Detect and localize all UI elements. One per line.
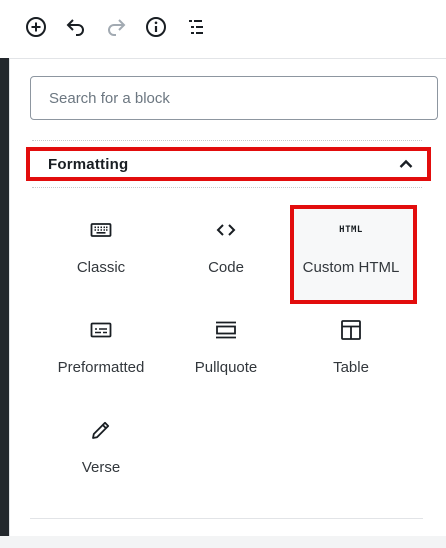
keyboard-icon [90, 223, 112, 237]
block-table[interactable]: Table [292, 309, 410, 385]
undo-icon [66, 19, 84, 36]
editor-toolbar [0, 0, 446, 58]
category-bottom-divider [32, 187, 422, 188]
chevron-up-icon [399, 159, 413, 168]
block-verse[interactable]: Verse [42, 409, 160, 485]
code-brackets-icon [216, 224, 236, 236]
category-top-divider [32, 140, 422, 141]
block-label: Code [208, 259, 244, 276]
block-label: Table [333, 359, 369, 376]
block-preformatted[interactable]: Preformatted [42, 309, 160, 385]
category-label: Formatting [48, 155, 129, 173]
plus-circle-icon [26, 17, 46, 37]
outline-button[interactable] [182, 13, 210, 41]
panel-divider [30, 518, 423, 519]
block-classic[interactable]: Classic [42, 209, 160, 285]
pencil-icon [92, 421, 110, 439]
html-icon: HTML [339, 225, 363, 235]
block-code[interactable]: Code [167, 209, 285, 285]
table-icon [341, 320, 361, 340]
redo-button[interactable] [102, 13, 130, 41]
block-label: Classic [76, 259, 126, 276]
add-block-button[interactable] [22, 13, 50, 41]
block-info-button[interactable] [142, 13, 170, 41]
preformatted-icon [90, 322, 112, 338]
block-custom-html[interactable]: HTML Custom HTML [292, 209, 410, 285]
search-box [30, 76, 438, 120]
block-inserter-panel: Formatting Classic Code HTML Custom HTM [10, 58, 446, 537]
pullquote-icon [216, 321, 236, 339]
block-label: Custom HTML [302, 259, 400, 276]
undo-button[interactable] [62, 13, 90, 41]
redo-icon [108, 19, 126, 36]
formatting-category-toggle[interactable]: Formatting [26, 147, 431, 181]
block-label: Pullquote [194, 359, 258, 376]
bottom-strip [0, 536, 446, 548]
block-label: Verse [81, 459, 121, 476]
block-search-input[interactable] [30, 76, 438, 120]
list-outline-icon [189, 20, 203, 34]
block-label: Preformatted [57, 359, 145, 376]
info-icon [146, 17, 166, 37]
block-pullquote[interactable]: Pullquote [167, 309, 285, 385]
